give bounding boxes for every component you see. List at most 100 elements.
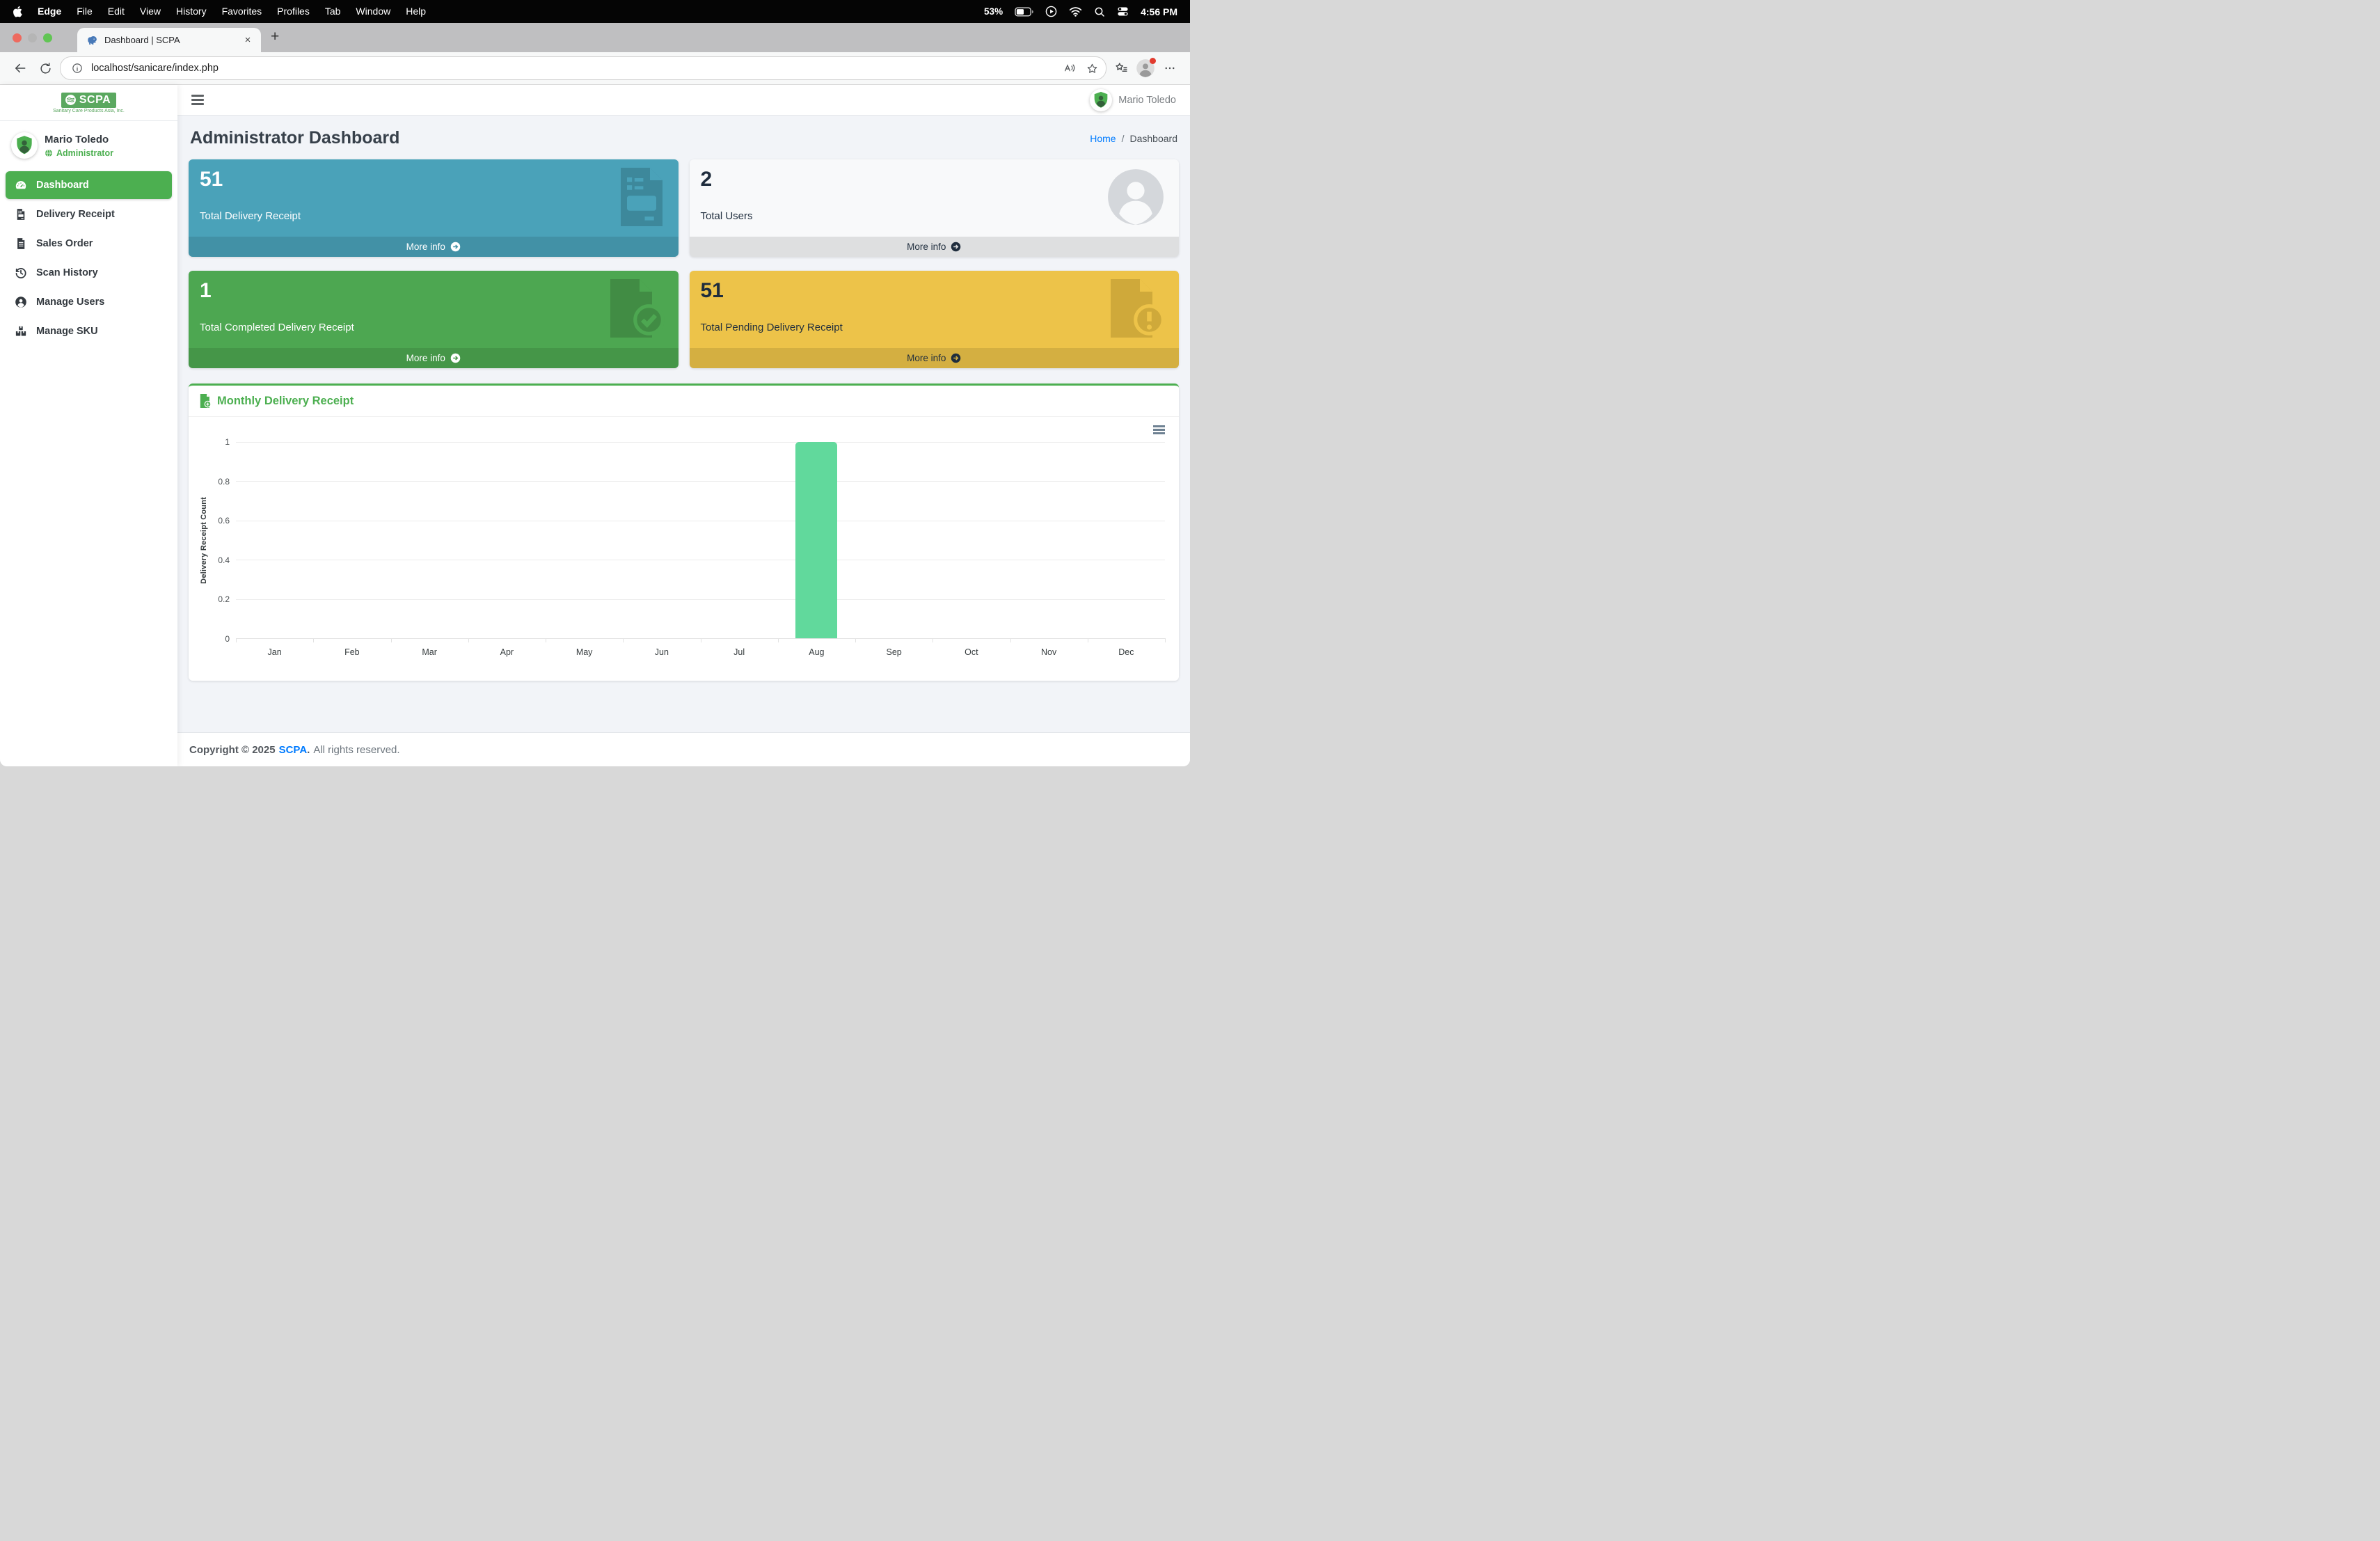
y-tick-label: 1 bbox=[225, 437, 230, 447]
arrow-circle-right-icon bbox=[450, 242, 461, 252]
footer-rights: All rights reserved. bbox=[313, 744, 399, 756]
menubar-item-file[interactable]: File bbox=[69, 6, 100, 17]
y-tick-label: 0.6 bbox=[218, 516, 230, 525]
card-total-delivery-receipt: 51 Total Delivery Receipt More info bbox=[189, 159, 679, 257]
sidebar-toggle-hamburger-icon[interactable] bbox=[191, 95, 204, 104]
menubar-item-profiles[interactable]: Profiles bbox=[269, 6, 317, 17]
main-panel: Mario Toledo Administrator Dashboard Hom… bbox=[177, 85, 1190, 766]
footer-brand-link[interactable]: SCPA bbox=[279, 744, 308, 756]
sidebar-nav: DashboardDelivery ReceiptSales OrderScan… bbox=[0, 168, 177, 348]
sidebar-user-role: Administrator bbox=[45, 148, 113, 158]
menubar-menus: EdgeFileEditViewHistoryFavoritesProfiles… bbox=[30, 6, 434, 18]
close-window-button[interactable] bbox=[13, 33, 22, 42]
browser-window: Dashboard | SCPA × + localhost/sanicare/… bbox=[0, 23, 1190, 766]
chart-menu-icon[interactable] bbox=[1153, 425, 1165, 434]
menubar-item-edit[interactable]: Edit bbox=[100, 6, 132, 17]
sidebar-item-scan-history[interactable]: Scan History bbox=[6, 259, 172, 287]
browser-profile-avatar[interactable] bbox=[1136, 58, 1155, 78]
favorite-star-icon[interactable] bbox=[1084, 60, 1100, 77]
sidebar-item-dashboard[interactable]: Dashboard bbox=[6, 171, 172, 199]
card-label: Total Pending Delivery Receipt bbox=[701, 322, 1168, 333]
brand-tagline: Sanitary Care Products Asia, Inc. bbox=[53, 109, 125, 113]
brand-logo[interactable]: SCPA Sanitary Care Products Asia, Inc. bbox=[0, 85, 177, 121]
more-info-link[interactable]: More info bbox=[189, 348, 679, 368]
bar-column-jul bbox=[701, 442, 778, 638]
topbar-user-name: Mario Toledo bbox=[1118, 95, 1176, 106]
zoom-window-button[interactable] bbox=[43, 33, 52, 42]
sidebar-item-manage-sku[interactable]: Manage SKU bbox=[6, 317, 172, 345]
browser-toolbar: localhost/sanicare/index.php bbox=[0, 52, 1190, 85]
sidebar-item-manage-users[interactable]: Manage Users bbox=[6, 288, 172, 316]
sidebar-item-sales-order[interactable]: Sales Order bbox=[6, 230, 172, 258]
y-tick-label: 0.8 bbox=[218, 477, 230, 487]
tab-close-icon[interactable]: × bbox=[241, 34, 254, 46]
card-value: 1 bbox=[200, 280, 667, 302]
x-axis-label-apr: Apr bbox=[468, 647, 546, 657]
x-axis-labels: JanFebMarAprMayJunJulAugSepOctNovDec bbox=[236, 647, 1165, 657]
new-tab-button[interactable]: + bbox=[271, 29, 279, 47]
more-info-link[interactable]: More info bbox=[690, 237, 1180, 257]
x-axis-label-dec: Dec bbox=[1088, 647, 1165, 657]
card-value: 2 bbox=[701, 168, 1168, 191]
sidebar-item-delivery-receipt[interactable]: Delivery Receipt bbox=[6, 200, 172, 228]
breadcrumb-home-link[interactable]: Home bbox=[1090, 133, 1116, 144]
monthly-delivery-receipt-card: Monthly Delivery Receipt Delivery Receip… bbox=[189, 384, 1179, 681]
x-tick-mark bbox=[778, 638, 779, 642]
y-axis-title: Delivery Receipt Count bbox=[196, 442, 212, 639]
app-topbar: Mario Toledo bbox=[177, 85, 1190, 116]
apple-menu-icon[interactable] bbox=[13, 6, 23, 18]
minimize-window-button[interactable] bbox=[28, 33, 37, 42]
history-icon bbox=[14, 266, 28, 280]
bar-aug[interactable] bbox=[795, 442, 837, 638]
battery-icon bbox=[1015, 7, 1033, 17]
breadcrumb: Home / Dashboard bbox=[1090, 133, 1177, 144]
card-label: Total Delivery Receipt bbox=[200, 210, 667, 222]
more-info-link[interactable]: More info bbox=[189, 237, 679, 257]
arrow-circle-right-icon bbox=[951, 353, 961, 363]
play-status-icon[interactable] bbox=[1045, 6, 1057, 17]
browser-menu-ellipsis-icon[interactable] bbox=[1159, 58, 1180, 79]
brand-name: SCPA bbox=[79, 94, 111, 106]
user-shield-avatar bbox=[11, 132, 38, 159]
scpa-logo-waves-icon bbox=[65, 94, 77, 106]
bar-column-feb bbox=[313, 442, 390, 638]
spotlight-search-icon[interactable] bbox=[1094, 6, 1105, 17]
x-tick-mark bbox=[391, 638, 392, 642]
back-icon[interactable] bbox=[10, 58, 31, 79]
more-info-link[interactable]: More info bbox=[690, 348, 1180, 368]
tab-title: Dashboard | SCPA bbox=[104, 35, 235, 45]
menubar-item-history[interactable]: History bbox=[168, 6, 214, 17]
sidebar-user-panel: Mario Toledo Administrator bbox=[0, 121, 177, 168]
browser-tabstrip: Dashboard | SCPA × + bbox=[0, 23, 1190, 52]
x-axis-label-mar: Mar bbox=[391, 647, 468, 657]
collections-icon[interactable] bbox=[1111, 58, 1132, 79]
breadcrumb-current: Dashboard bbox=[1130, 133, 1178, 144]
battery-percent: 53% bbox=[984, 6, 1003, 17]
breadcrumb-separator: / bbox=[1122, 133, 1125, 144]
file-lines-icon bbox=[14, 237, 28, 251]
x-axis-label-jul: Jul bbox=[701, 647, 778, 657]
bar-column-oct bbox=[933, 442, 1010, 638]
macos-desktop: EdgeFileEditViewHistoryFavoritesProfiles… bbox=[0, 0, 1190, 770]
wifi-icon[interactable] bbox=[1069, 6, 1082, 17]
url-text[interactable]: localhost/sanicare/index.php bbox=[91, 63, 1056, 74]
menubar-item-tab[interactable]: Tab bbox=[317, 6, 349, 17]
read-aloud-icon[interactable] bbox=[1061, 60, 1078, 77]
file-invoice-icon bbox=[14, 207, 28, 221]
control-center-icon[interactable] bbox=[1117, 6, 1129, 17]
tab-favicon-elephant bbox=[87, 35, 98, 46]
topbar-user[interactable]: Mario Toledo bbox=[1090, 89, 1176, 111]
site-info-icon[interactable] bbox=[69, 60, 86, 77]
browser-tab-active[interactable]: Dashboard | SCPA × bbox=[77, 28, 261, 52]
menubar-clock: 4:56 PM bbox=[1141, 6, 1177, 17]
address-bar[interactable]: localhost/sanicare/index.php bbox=[60, 56, 1106, 80]
menubar-item-window[interactable]: Window bbox=[348, 6, 398, 17]
profile-notification-dot bbox=[1150, 58, 1156, 64]
menubar-item-edge[interactable]: Edge bbox=[30, 6, 69, 17]
menubar-item-help[interactable]: Help bbox=[398, 6, 434, 17]
refresh-icon[interactable] bbox=[35, 58, 56, 79]
sidebar-user-name[interactable]: Mario Toledo bbox=[45, 134, 113, 145]
menubar-item-favorites[interactable]: Favorites bbox=[214, 6, 270, 17]
menubar-item-view[interactable]: View bbox=[132, 6, 168, 17]
card-value: 51 bbox=[701, 280, 1168, 302]
